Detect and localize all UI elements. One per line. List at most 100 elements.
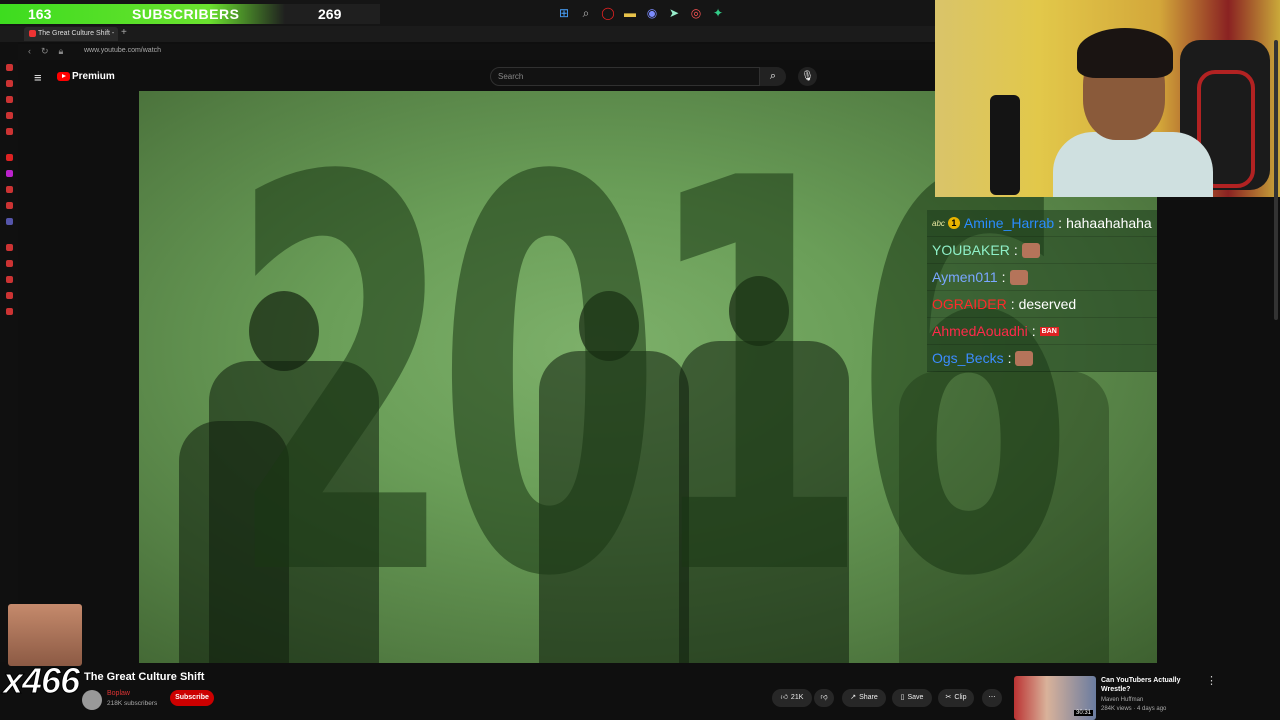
streamer-hair bbox=[1077, 28, 1173, 78]
youtube-logo-icon[interactable] bbox=[57, 72, 70, 81]
sidebar-app-icon[interactable] bbox=[6, 80, 13, 87]
subscriber-goal-target: 269 bbox=[318, 6, 342, 22]
webcam-feed bbox=[935, 0, 1280, 197]
more-icon: ⋯ bbox=[988, 694, 996, 701]
recommendation-title[interactable]: Can YouTubers Actually Wrestle? bbox=[1101, 676, 1201, 694]
youtube-brand[interactable]: Premium bbox=[72, 71, 115, 82]
chat-message: abc 1 Amine_Harrab : hahaahahaha bbox=[927, 210, 1157, 237]
chat-username: Amine_Harrab bbox=[963, 215, 1055, 231]
thumbs-up-icon: 👍︎ bbox=[780, 694, 788, 701]
chat-overlay: abc 1 Amine_Harrab : hahaahahaha YOUBAKE… bbox=[927, 210, 1157, 372]
search-icon: ⌕ bbox=[769, 70, 777, 82]
bookmark-icon: ▯ bbox=[900, 694, 905, 701]
chat-text: hahaahahaha bbox=[1066, 215, 1152, 231]
share-label: Share bbox=[859, 694, 878, 701]
obs-icon[interactable]: ◎ bbox=[688, 5, 704, 21]
like-button[interactable]: 👍︎ 21K bbox=[772, 689, 812, 707]
channel-subscriber-count: 218K subscribers bbox=[107, 700, 158, 707]
chat-message: Aymen011 : bbox=[927, 264, 1157, 291]
tab-strip bbox=[0, 26, 935, 42]
new-tab-button[interactable]: + bbox=[121, 27, 127, 38]
badge-icon: abc bbox=[932, 218, 945, 228]
browser-nav: ‹ ↻ 🔒︎ bbox=[28, 46, 63, 57]
sidebar-app-icon[interactable] bbox=[6, 218, 13, 225]
meme-counter: x466 bbox=[2, 660, 80, 702]
back-icon[interactable]: ‹ bbox=[28, 46, 31, 57]
chat-message: Ogs_Becks : bbox=[927, 345, 1157, 372]
microphone-icon: 🎙︎ bbox=[801, 71, 814, 82]
voice-search-button[interactable]: 🎙︎ bbox=[798, 67, 817, 86]
like-count: 21K bbox=[790, 694, 804, 701]
share-icon: ↗ bbox=[850, 694, 857, 701]
chat-separator: : bbox=[1031, 323, 1036, 339]
sidebar-app-icon[interactable] bbox=[6, 292, 13, 299]
sidebar-app-icon[interactable] bbox=[6, 244, 13, 251]
save-button[interactable]: ▯ Save bbox=[892, 689, 932, 707]
page-background bbox=[1157, 197, 1280, 663]
url-text[interactable]: www.youtube.com/watch bbox=[84, 47, 161, 54]
laughing-emote-icon bbox=[1021, 242, 1040, 258]
dislike-button[interactable]: 👎︎ bbox=[814, 689, 834, 707]
chat-separator: : bbox=[1010, 296, 1015, 312]
recommendation-menu-icon[interactable]: ⋮ bbox=[1206, 674, 1217, 687]
channel-name[interactable]: Boplaw bbox=[107, 690, 130, 697]
chat-separator: : bbox=[1001, 269, 1006, 285]
thumbs-down-icon: 👎︎ bbox=[820, 694, 828, 701]
search-button[interactable]: ⌕ bbox=[760, 67, 786, 86]
laughing-emote-icon bbox=[1015, 350, 1034, 366]
sidebar-app-icon[interactable] bbox=[6, 260, 13, 267]
folder-icon[interactable]: ▬ bbox=[622, 5, 638, 21]
channel-avatar[interactable] bbox=[82, 690, 102, 710]
subscriber-goal-bar: 163 SUBSCRIBERS 269 bbox=[0, 4, 380, 24]
chat-separator: : bbox=[1013, 242, 1018, 258]
app-icon[interactable]: ✦ bbox=[710, 5, 726, 21]
sidebar-app-icon[interactable] bbox=[6, 154, 13, 161]
subscribe-button[interactable]: Subscribe bbox=[170, 690, 214, 706]
chat-message: OGRAIDER : deserved bbox=[927, 291, 1157, 318]
chat-username: OGRAIDER bbox=[932, 296, 1007, 312]
tab-favicon-icon bbox=[29, 30, 36, 37]
chat-username: Aymen011 bbox=[932, 269, 998, 285]
clip-button[interactable]: ✂ Clip bbox=[938, 689, 974, 707]
opera-icon[interactable]: ◯ bbox=[600, 5, 616, 21]
share-button[interactable]: ↗ Share bbox=[842, 689, 886, 707]
search-icon[interactable]: ⌕ bbox=[578, 5, 594, 21]
ban-emote-icon: BAN bbox=[1039, 326, 1059, 336]
chat-message: YOUBAKER : bbox=[927, 237, 1157, 264]
sub-badge: 1 bbox=[947, 217, 960, 229]
chat-username: AhmedAouadhi bbox=[932, 323, 1028, 339]
subscriber-goal-current: 163 bbox=[28, 6, 52, 22]
chat-separator: : bbox=[1058, 215, 1063, 231]
sidebar-app-icon[interactable] bbox=[6, 186, 13, 193]
sidebar-app-icon[interactable] bbox=[6, 202, 13, 209]
streamer-shirt bbox=[1053, 132, 1213, 197]
sidebar-app-icon[interactable] bbox=[6, 308, 13, 315]
search-input[interactable]: Search bbox=[490, 67, 760, 86]
sidebar-app-icon[interactable] bbox=[6, 64, 13, 71]
microphone bbox=[990, 95, 1020, 195]
sidebar-app-icon[interactable] bbox=[6, 170, 13, 177]
lock-icon: 🔒︎ bbox=[58, 46, 64, 56]
taskbar: ⊞ ⌕ ◯ ▬ ◉ ➤ ◎ ✦ bbox=[556, 4, 726, 22]
video-title: The Great Culture Shift bbox=[84, 671, 205, 683]
browser-sidebar bbox=[0, 42, 18, 662]
hamburger-menu-icon[interactable]: ≡ bbox=[34, 70, 42, 85]
more-actions-button[interactable]: ⋯ bbox=[982, 689, 1002, 707]
chat-separator: : bbox=[1007, 350, 1012, 366]
reload-icon[interactable]: ↻ bbox=[41, 46, 49, 57]
windows-icon[interactable]: ⊞ bbox=[556, 5, 572, 21]
discord-icon[interactable]: ◉ bbox=[644, 5, 660, 21]
page-scrollbar[interactable] bbox=[1274, 40, 1278, 320]
subscriber-goal-label: SUBSCRIBERS bbox=[132, 6, 240, 22]
sidebar-app-icon[interactable] bbox=[6, 96, 13, 103]
recommendation-channel[interactable]: Maven Huffman bbox=[1101, 697, 1143, 703]
chat-username: YOUBAKER bbox=[932, 242, 1010, 258]
clip-label: Clip bbox=[954, 694, 967, 701]
browser-tab[interactable]: The Great Culture Shift - bbox=[24, 27, 118, 41]
steam-icon[interactable]: ➤ bbox=[666, 5, 682, 21]
chat-text: deserved bbox=[1018, 296, 1077, 312]
sidebar-app-icon[interactable] bbox=[6, 276, 13, 283]
sidebar-app-icon[interactable] bbox=[6, 112, 13, 119]
sidebar-app-icon[interactable] bbox=[6, 128, 13, 135]
chat-message: AhmedAouadhi : BAN bbox=[927, 318, 1157, 345]
